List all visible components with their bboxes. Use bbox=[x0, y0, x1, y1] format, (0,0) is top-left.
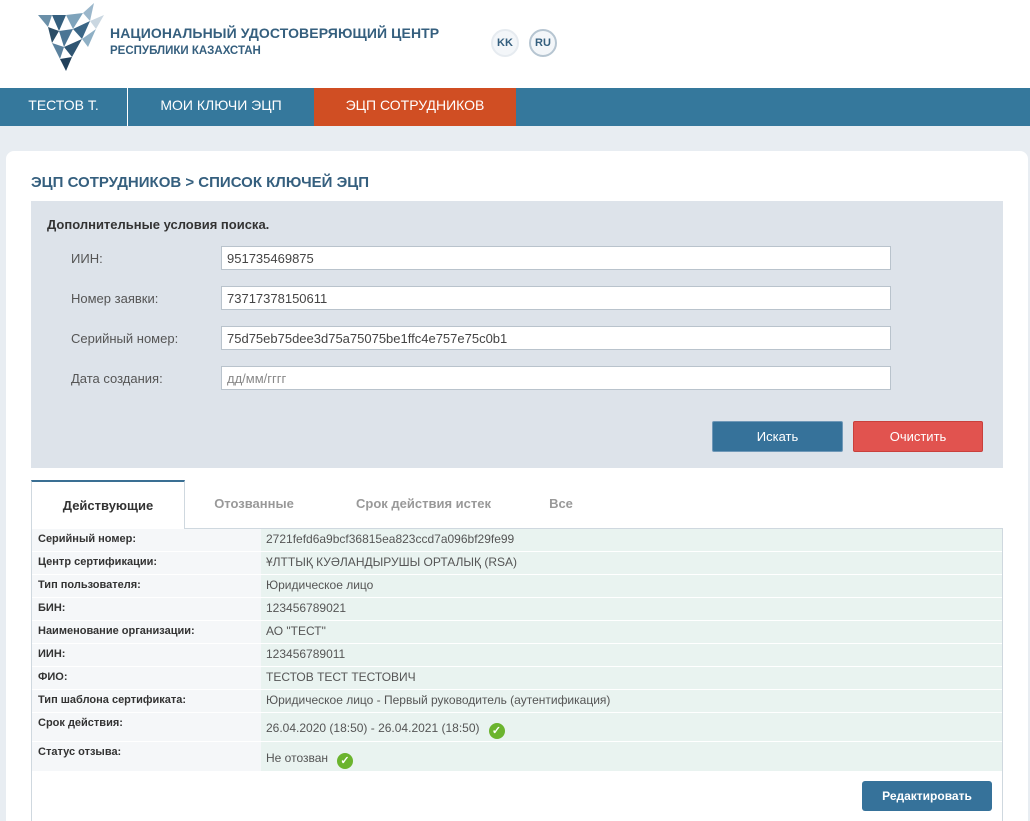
detail-row-fio: ФИО: ТЕСТОВ ТЕСТ ТЕСТОВИЧ bbox=[32, 667, 1002, 690]
tab-expired[interactable]: Срок действия истек bbox=[336, 480, 511, 528]
language-ru-button[interactable]: RU bbox=[529, 29, 557, 57]
detail-key: Наименование организации: bbox=[32, 621, 261, 643]
check-circle-icon: ✓ bbox=[488, 723, 505, 739]
detail-value: ҰЛТТЫҚ КУӘЛАНДЫРУШЫ ОРТАЛЫҚ (RSA) bbox=[261, 552, 1002, 574]
detail-key: Тип пользователя: bbox=[32, 575, 261, 597]
ncalayer-logo-icon[interactable] bbox=[38, 3, 104, 71]
detail-row-user-type: Тип пользователя: Юридическое лицо bbox=[32, 575, 1002, 598]
validity-period: 26.04.2020 (18:50) - 26.04.2021 (18:50) bbox=[266, 721, 480, 735]
search-panel: Дополнительные условия поиска. ИИН: Номе… bbox=[31, 201, 1003, 468]
nav-item-user[interactable]: ТЕСТОВ Т. bbox=[0, 88, 128, 126]
detail-value-validity: 26.04.2020 (18:50) - 26.04.2021 (18:50) ✓ bbox=[261, 713, 1002, 741]
search-button[interactable]: Искать bbox=[712, 421, 843, 452]
content-card: ЭЦП СОТРУДНИКОВ > СПИСОК КЛЮЧЕЙ ЭЦП Допо… bbox=[6, 151, 1028, 821]
detail-row-template: Тип шаблона сертификата: Юридическое лиц… bbox=[32, 690, 1002, 713]
site-header: НАЦИОНАЛЬНЫЙ УДОСТОВЕРЯЮЩИЙ ЦЕНТР РЕСПУБ… bbox=[0, 0, 1030, 88]
creation-date-label: Дата создания: bbox=[71, 371, 163, 386]
detail-value: 2721fefd6a9bcf36815ea823ccd7a096bf29fe99 bbox=[261, 529, 1002, 551]
revocation-status: Не отозван bbox=[266, 751, 329, 765]
detail-value: 123456789021 bbox=[261, 598, 1002, 620]
detail-row-iin: ИИН: 123456789011 bbox=[32, 644, 1002, 667]
nav-item-employee-keys[interactable]: ЭЦП СОТРУДНИКОВ bbox=[314, 88, 516, 126]
iin-input[interactable] bbox=[221, 246, 891, 270]
tab-all[interactable]: Все bbox=[536, 480, 586, 528]
language-kk-button[interactable]: KK bbox=[491, 29, 519, 57]
creation-date-input[interactable] bbox=[221, 366, 891, 390]
page-title: ЭЦП СОТРУДНИКОВ > СПИСОК КЛЮЧЕЙ ЭЦП bbox=[31, 174, 369, 191]
tab-active[interactable]: Действующие bbox=[31, 480, 185, 529]
detail-value: ТЕСТОВ ТЕСТ ТЕСТОВИЧ bbox=[261, 667, 1002, 689]
request-number-label: Номер заявки: bbox=[71, 291, 159, 306]
check-circle-icon: ✓ bbox=[337, 753, 354, 769]
detail-value: 123456789011 bbox=[261, 644, 1002, 666]
clear-button[interactable]: Очистить bbox=[853, 421, 983, 452]
detail-key: Серийный номер: bbox=[32, 529, 261, 551]
detail-key: Центр сертификации: bbox=[32, 552, 261, 574]
brand-subtitle: РЕСПУБЛИКИ КАЗАХСТАН bbox=[110, 45, 261, 57]
detail-value: Юридическое лицо - Первый руководитель (… bbox=[261, 690, 1002, 712]
detail-key: БИН: bbox=[32, 598, 261, 620]
detail-row-validity: Срок действия: 26.04.2020 (18:50) - 26.0… bbox=[32, 713, 1002, 742]
status-tabs: Действующие Отозванные Срок действия ист… bbox=[31, 480, 1003, 529]
detail-key: Статус отзыва: bbox=[32, 742, 261, 771]
detail-key: ИИН: bbox=[32, 644, 261, 666]
tab-revoked[interactable]: Отозванные bbox=[195, 480, 313, 528]
search-heading: Дополнительные условия поиска. bbox=[47, 217, 270, 232]
iin-label: ИИН: bbox=[71, 251, 103, 266]
edit-button[interactable]: Редактировать bbox=[862, 781, 992, 811]
brand-title: НАЦИОНАЛЬНЫЙ УДОСТОВЕРЯЮЩИЙ ЦЕНТР bbox=[110, 25, 440, 41]
serial-number-input[interactable] bbox=[221, 326, 891, 350]
detail-row-ca: Центр сертификации: ҰЛТТЫҚ КУӘЛАНДЫРУШЫ … bbox=[32, 552, 1002, 575]
serial-number-label: Серийный номер: bbox=[71, 331, 179, 346]
detail-value: АО "ТЕСТ" bbox=[261, 621, 1002, 643]
detail-row-serial: Серийный номер: 2721fefd6a9bcf36815ea823… bbox=[32, 529, 1002, 552]
request-number-input[interactable] bbox=[221, 286, 891, 310]
detail-key: Срок действия: bbox=[32, 713, 261, 741]
main-nav: ТЕСТОВ Т. МОИ КЛЮЧИ ЭЦП ЭЦП СОТРУДНИКОВ bbox=[0, 88, 1030, 126]
detail-value: Юридическое лицо bbox=[261, 575, 1002, 597]
detail-key: ФИО: bbox=[32, 667, 261, 689]
detail-row-org-name: Наименование организации: АО "ТЕСТ" bbox=[32, 621, 1002, 644]
nav-item-my-keys[interactable]: МОИ КЛЮЧИ ЭЦП bbox=[129, 88, 313, 126]
detail-value-revocation: Не отозван ✓ bbox=[261, 742, 1002, 771]
detail-row-revocation: Статус отзыва: Не отозван ✓ bbox=[32, 742, 1002, 772]
certificate-details: Серийный номер: 2721fefd6a9bcf36815ea823… bbox=[31, 528, 1003, 821]
detail-key: Тип шаблона сертификата: bbox=[32, 690, 261, 712]
detail-row-bin: БИН: 123456789021 bbox=[32, 598, 1002, 621]
